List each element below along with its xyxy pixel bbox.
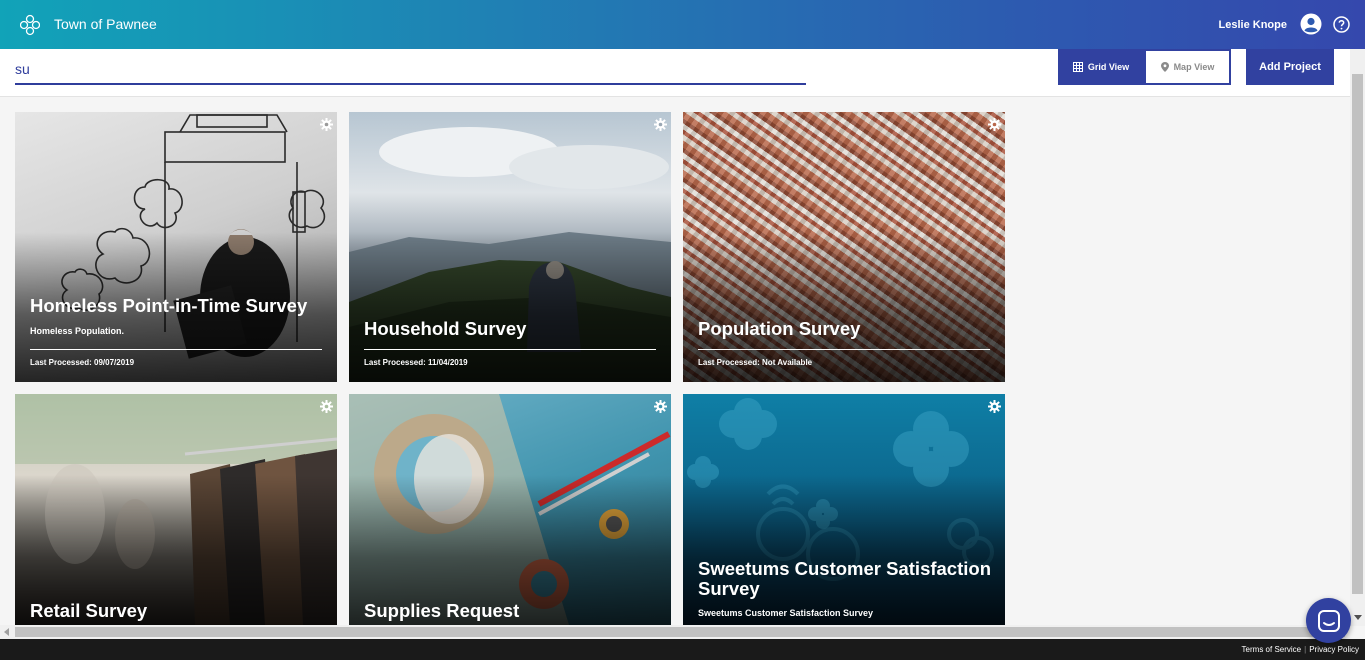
- search-input[interactable]: [15, 55, 806, 85]
- project-card-sweetums-survey[interactable]: Sweetums Customer Satisfaction Survey Sw…: [683, 394, 1005, 625]
- footer: Terms of Service | Privacy Policy: [0, 639, 1365, 660]
- vertical-scroll-thumb[interactable]: [1352, 74, 1363, 594]
- horizontal-scroll-thumb[interactable]: [15, 627, 1345, 637]
- terms-of-service-link[interactable]: Terms of Service: [1242, 645, 1302, 654]
- gear-icon[interactable]: [320, 118, 333, 131]
- app-title[interactable]: Town of Pawnee: [54, 16, 157, 32]
- project-card-retail-survey[interactable]: Retail Survey: [15, 394, 337, 625]
- grid-icon: [1072, 62, 1083, 72]
- help-circle-icon[interactable]: [1333, 16, 1350, 33]
- gear-icon[interactable]: [654, 400, 667, 413]
- project-card-homeless-survey[interactable]: Homeless Point-in-Time Survey Homeless P…: [15, 112, 337, 382]
- horizontal-scrollbar[interactable]: [0, 625, 1350, 639]
- project-title: Household Survey: [364, 318, 527, 339]
- project-description: Homeless Population.: [30, 326, 125, 336]
- scroll-left-arrow-icon[interactable]: [4, 628, 9, 636]
- user-circle-icon[interactable]: [1300, 13, 1322, 35]
- user-name[interactable]: Leslie Knope: [1219, 19, 1287, 31]
- grid-view-label: Grid View: [1087, 62, 1130, 72]
- map-view-button[interactable]: Map View: [1144, 49, 1231, 85]
- card-divider: [30, 349, 322, 350]
- chat-icon: [1317, 609, 1340, 632]
- card-divider: [698, 349, 990, 350]
- project-card-population-survey[interactable]: Population Survey Last Processed: Not Av…: [683, 112, 1005, 382]
- gear-icon[interactable]: [988, 400, 1001, 413]
- last-processed: Last Processed: 11/04/2019: [364, 358, 468, 367]
- map-view-label: Map View: [1173, 62, 1215, 72]
- footer-separator: |: [1304, 645, 1307, 654]
- clover-icon[interactable]: [20, 14, 40, 36]
- search-toolbar: Grid View Map View Add Project: [0, 49, 1350, 97]
- grid-view-button[interactable]: Grid View: [1058, 49, 1144, 85]
- chat-launcher-button[interactable]: [1306, 598, 1351, 643]
- project-card-supplies-request[interactable]: Supplies Request: [349, 394, 671, 625]
- card-shade: [683, 475, 1005, 625]
- card-divider: [364, 349, 656, 350]
- project-description: Sweetums Customer Satisfaction Survey: [698, 608, 874, 618]
- view-toggle: Grid View Map View: [1058, 49, 1231, 85]
- gear-icon[interactable]: [320, 400, 333, 413]
- last-processed: Last Processed: Not Available: [698, 358, 813, 367]
- privacy-policy-link[interactable]: Privacy Policy: [1309, 645, 1359, 654]
- project-title: Retail Survey: [30, 600, 148, 621]
- gear-icon[interactable]: [988, 118, 1001, 131]
- project-title: Population Survey: [698, 318, 861, 339]
- project-title: Supplies Request: [364, 600, 520, 621]
- map-pin-icon: [1160, 62, 1169, 72]
- project-title: Homeless Point-in-Time Survey: [30, 295, 308, 316]
- top-nav-bar: Town of Pawnee Leslie Knope: [0, 0, 1365, 49]
- vertical-scrollbar[interactable]: [1350, 49, 1365, 626]
- scroll-down-arrow-icon[interactable]: [1354, 615, 1362, 620]
- add-project-button[interactable]: Add Project: [1246, 49, 1334, 85]
- project-card-household-survey[interactable]: Household Survey Last Processed: 11/04/2…: [349, 112, 671, 382]
- project-title: Sweetums Customer Satisfaction Survey: [698, 558, 991, 599]
- gear-icon[interactable]: [654, 118, 667, 131]
- last-processed: Last Processed: 09/07/2019: [30, 358, 135, 367]
